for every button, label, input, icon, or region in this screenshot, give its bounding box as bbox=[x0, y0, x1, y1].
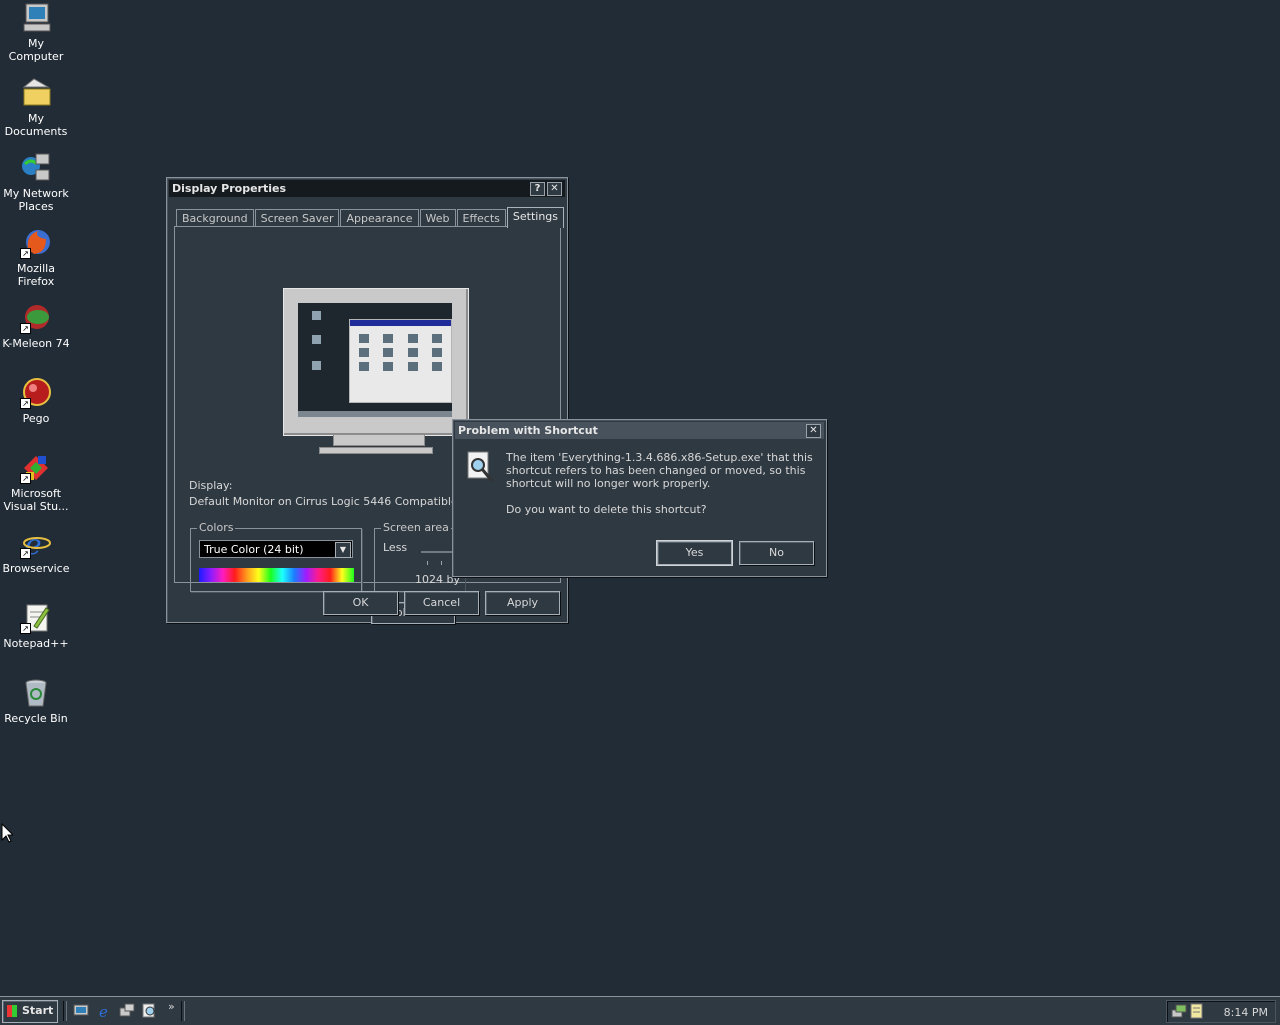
tab-strip: Background Screen Saver Appearance Web E… bbox=[176, 205, 565, 228]
shortcut-arrow-icon: ↗ bbox=[20, 473, 31, 484]
internet-explorer-icon: e ↗ bbox=[20, 527, 52, 561]
quicklaunch-network-icon[interactable] bbox=[119, 1003, 135, 1019]
tab-settings[interactable]: Settings bbox=[506, 207, 565, 228]
desktop-icon-label: My Network Places bbox=[3, 187, 69, 213]
windows-logo-icon bbox=[7, 1005, 17, 1017]
desktop-icon-label: Browservice bbox=[2, 562, 70, 575]
desktop-icon-my-network-places[interactable]: My Network Places bbox=[0, 152, 72, 213]
search-document-icon bbox=[464, 451, 498, 485]
dialog-title: Problem with Shortcut bbox=[458, 424, 598, 437]
dialog-titlebar[interactable]: Problem with Shortcut ✕ bbox=[455, 422, 824, 439]
desktop-icon-mozilla-firefox[interactable]: ↗ Mozilla Firefox bbox=[0, 227, 72, 288]
firefox-icon: ↗ bbox=[20, 227, 52, 259]
desktop-icon-visual-studio[interactable]: ↗ Microsoft Visual Stu... bbox=[0, 452, 72, 513]
tab-web[interactable]: Web bbox=[419, 209, 456, 227]
colors-selected-value: True Color (24 bit) bbox=[204, 543, 304, 556]
quicklaunch-search-icon[interactable] bbox=[142, 1003, 158, 1019]
desktop-icon-label: Mozilla Firefox bbox=[17, 262, 55, 288]
screen-area-less-label: Less bbox=[383, 541, 408, 554]
chevron-down-icon[interactable]: ▼ bbox=[335, 542, 351, 558]
desktop-icon-label: Microsoft Visual Stu... bbox=[3, 487, 69, 513]
recycle-bin-icon bbox=[20, 677, 52, 709]
tab-effects[interactable]: Effects bbox=[456, 209, 506, 227]
desktop-icon-label: K-Meleon 74 bbox=[2, 337, 70, 350]
quicklaunch-desktop-icon[interactable] bbox=[73, 1003, 89, 1019]
problem-with-shortcut-dialog: Problem with Shortcut ✕ The item 'Everyt… bbox=[452, 419, 827, 577]
display-adapter-value: Default Monitor on Cirrus Logic 5446 Com… bbox=[189, 495, 453, 508]
desktop-icon-label: My Documents bbox=[4, 112, 68, 138]
desktop-icon-browservice[interactable]: e ↗ Browservice bbox=[0, 527, 72, 575]
svg-text:e: e bbox=[99, 1003, 108, 1019]
quicklaunch-internet-explorer-icon[interactable]: e bbox=[97, 1003, 113, 1021]
help-button[interactable]: ? bbox=[530, 181, 545, 196]
shortcut-arrow-icon: ↗ bbox=[20, 623, 31, 634]
display-properties-titlebar[interactable]: Display Properties ? ✕ bbox=[169, 180, 565, 197]
display-label: Display: bbox=[189, 479, 233, 492]
quicklaunch-more-chevron-icon[interactable]: » bbox=[168, 1000, 175, 1013]
tab-appearance[interactable]: Appearance bbox=[340, 209, 419, 227]
dialog-message: The item 'Everything-1.3.4.686.x86-Setup… bbox=[506, 451, 813, 490]
pego-icon: ↗ bbox=[20, 377, 52, 409]
visual-studio-icon: ↗ bbox=[20, 452, 52, 484]
close-button[interactable]: ✕ bbox=[806, 423, 821, 438]
start-button[interactable]: Start bbox=[2, 1000, 58, 1023]
shortcut-arrow-icon: ↗ bbox=[20, 548, 31, 559]
network-icon bbox=[20, 152, 52, 184]
close-button[interactable]: ✕ bbox=[547, 181, 562, 196]
shortcut-arrow-icon: ↗ bbox=[20, 398, 31, 409]
desktop-icon-k-meleon[interactable]: ↗ K-Meleon 74 bbox=[0, 302, 72, 350]
k-meleon-icon: ↗ bbox=[20, 302, 52, 334]
tray-network-icon[interactable] bbox=[1171, 1003, 1187, 1019]
desktop-icon-notepad-plus-plus[interactable]: ↗ Notepad++ bbox=[0, 602, 72, 650]
desktop-icon-label: Pego bbox=[22, 412, 50, 425]
monitor-stand bbox=[333, 434, 425, 446]
monitor-screen bbox=[298, 303, 452, 417]
cancel-button[interactable]: Cancel bbox=[404, 591, 479, 615]
yes-button[interactable]: Yes bbox=[656, 540, 733, 566]
desktop-icon-recycle-bin[interactable]: Recycle Bin bbox=[0, 677, 72, 725]
monitor-preview-image bbox=[283, 288, 469, 436]
desktop-icon-pego[interactable]: ↗ Pego bbox=[0, 377, 72, 425]
desktop-icon-my-documents[interactable]: My Documents bbox=[0, 77, 72, 138]
taskbar: Start e » 8:14 PM bbox=[0, 996, 1280, 1025]
tab-background[interactable]: Background bbox=[176, 209, 254, 227]
mouse-cursor-icon bbox=[1, 822, 15, 846]
desktop-icon-my-computer[interactable]: My Computer bbox=[0, 2, 72, 63]
notepad-icon: ↗ bbox=[20, 602, 52, 634]
computer-icon bbox=[20, 2, 52, 34]
tab-screen-saver[interactable]: Screen Saver bbox=[254, 209, 340, 227]
colors-group: Colors True Color (24 bit) ▼ bbox=[190, 521, 362, 592]
shortcut-arrow-icon: ↗ bbox=[20, 323, 31, 334]
color-spectrum-bar bbox=[199, 568, 354, 582]
dialog-question: Do you want to delete this shortcut? bbox=[506, 503, 707, 516]
apply-button[interactable]: Apply bbox=[485, 591, 560, 615]
folder-icon bbox=[20, 77, 52, 109]
window-title: Display Properties bbox=[172, 182, 287, 195]
start-label: Start bbox=[22, 1004, 54, 1017]
desktop-icon-label: Recycle Bin bbox=[4, 712, 68, 725]
no-button[interactable]: No bbox=[739, 541, 814, 565]
system-tray: 8:14 PM bbox=[1166, 1000, 1276, 1023]
desktop-icon-label: My Computer bbox=[8, 37, 64, 63]
colors-dropdown[interactable]: True Color (24 bit) ▼ bbox=[199, 540, 353, 558]
shortcut-arrow-icon: ↗ bbox=[20, 248, 31, 259]
screen-area-legend: Screen area bbox=[381, 521, 451, 534]
ok-button[interactable]: OK bbox=[323, 591, 398, 615]
preview-window bbox=[349, 319, 452, 403]
tray-notepad-icon[interactable] bbox=[1189, 1003, 1205, 1019]
desktop-icon-label: Notepad++ bbox=[3, 637, 69, 650]
clock[interactable]: 8:14 PM bbox=[1224, 1006, 1268, 1019]
colors-legend: Colors bbox=[197, 521, 236, 534]
monitor-base bbox=[319, 447, 433, 454]
